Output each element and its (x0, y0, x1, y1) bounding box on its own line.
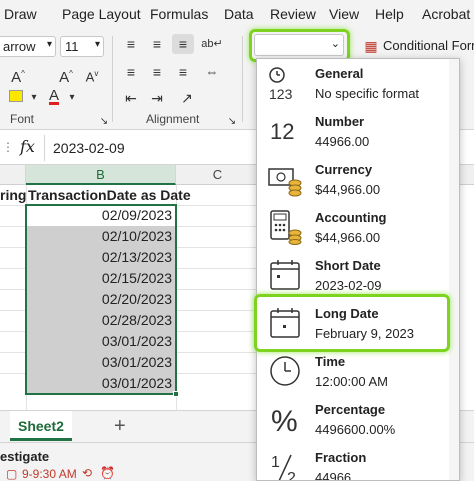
format-sample: 2023-02-09 (315, 278, 382, 293)
currency-icon (268, 168, 302, 197)
svg-text:1: 1 (271, 454, 280, 471)
format-sample: 12:00:00 AM (315, 374, 388, 389)
calendar-icon: ▢ (6, 467, 18, 481)
dialog-launcher-icon[interactable]: ↘ (226, 112, 238, 132)
menu-bar: Draw Page Layout Formulas Data Review Vi… (0, 0, 474, 30)
calendar-icon (270, 260, 300, 290)
align-left-icon[interactable]: ≡ (120, 62, 142, 82)
alarm-icon: ⏰ (100, 466, 115, 480)
format-sample: No specific format (315, 86, 420, 101)
conditional-formatting-button[interactable]: Conditional Form (383, 38, 474, 53)
conditional-formatting-icon[interactable]: ▦ (362, 36, 380, 56)
format-option-currency[interactable]: Currency $44,966.00 (257, 155, 459, 203)
separator (112, 36, 113, 122)
format-name: Accounting (315, 210, 387, 225)
format-option-accounting[interactable]: Accounting $44,966.00 (257, 203, 459, 251)
more-icon: ⋮ (2, 140, 14, 154)
fill-handle[interactable] (173, 391, 179, 397)
format-sample: $44,966.00 (315, 230, 381, 245)
menu-view[interactable]: View (329, 6, 359, 22)
format-option-number[interactable]: 12 Number 44966.00 (257, 107, 459, 155)
format-option-percentage[interactable]: % Percentage 4496600.00% (257, 395, 459, 443)
number-12-icon: 12 (270, 119, 294, 144)
format-name: Time (315, 354, 346, 369)
svg-text:%: % (271, 405, 298, 437)
column-header-c[interactable]: C (176, 165, 260, 185)
header-cell-a[interactable]: ring (0, 185, 26, 206)
font-size-value: 11 (65, 39, 79, 54)
dropdown-scrollbar[interactable] (449, 59, 459, 480)
font-color-icon[interactable]: A (44, 86, 64, 106)
highlight-long-date (254, 294, 450, 352)
align-right-icon[interactable]: ≡ (172, 62, 194, 82)
format-name: Percentage (315, 402, 386, 417)
alignment-group-label: Alignment (146, 112, 200, 126)
svg-text:12: 12 (270, 119, 294, 144)
format-name: Currency (315, 162, 373, 177)
format-sample: 44966 (315, 470, 352, 481)
recurring-icon: ⟲ (82, 466, 93, 480)
percent-icon: % (271, 405, 298, 437)
fx-icon[interactable]: fx (20, 137, 35, 156)
wrap-text-icon[interactable]: ab↵ (200, 34, 224, 54)
format-name: Number (315, 114, 365, 129)
menu-page-layout[interactable]: Page Layout (62, 6, 141, 22)
sheet-tab-label: Sheet2 (18, 418, 64, 434)
decrease-indent-icon[interactable]: ⇤ (120, 88, 142, 108)
align-top-icon[interactable]: ≡ (120, 34, 142, 54)
menu-draw[interactable]: Draw (4, 6, 37, 22)
format-option-fraction[interactable]: 1 2 Fraction 44966 (257, 443, 459, 481)
increase-indent-icon[interactable]: ⇥ (146, 88, 168, 108)
format-name: Fraction (315, 450, 367, 465)
font-name-value: arrow (3, 39, 36, 54)
format-sample: 4496600.00% (315, 422, 396, 437)
formula-value: 2023-02-09 (53, 140, 125, 156)
svg-text:123: 123 (269, 86, 293, 101)
sheet-tab-active[interactable]: Sheet2 (10, 411, 72, 441)
clock-icon (270, 356, 300, 386)
column-header-a[interactable] (0, 165, 26, 185)
font-group-label: Font (10, 112, 35, 126)
chevron-down-icon[interactable]: ▾ (66, 88, 78, 108)
chevron-down-icon: ▾ (46, 39, 52, 50)
number-format-dropdown: 123 General No specific format 12 Number… (256, 58, 460, 481)
align-middle-icon[interactable]: ≡ (146, 34, 168, 54)
chevron-down-icon[interactable]: ▾ (28, 88, 40, 108)
fraction-icon: 1 2 (271, 454, 296, 481)
increase-font-icon[interactable]: A^ (8, 64, 28, 88)
general-123-icon: 123 (269, 67, 293, 101)
svg-text:2: 2 (287, 470, 296, 481)
menu-formulas[interactable]: Formulas (150, 6, 208, 22)
header-cell-b[interactable]: TransactionDate as Date (28, 185, 191, 206)
status-time: 9-9:30 AM (22, 467, 77, 481)
separator (242, 36, 243, 122)
menu-review[interactable]: Review (270, 6, 316, 22)
format-sample: $44,966.00 (315, 182, 381, 197)
add-sheet-icon[interactable]: + (114, 415, 126, 438)
increase-font-size-icon[interactable]: A^ (56, 64, 76, 88)
format-name: Short Date (315, 258, 381, 273)
selection-border (25, 204, 177, 395)
font-size-box[interactable]: 11 ▾ (60, 36, 104, 57)
chevron-down-icon: ▾ (94, 39, 100, 50)
format-option-short-date[interactable]: Short Date 2023-02-09 (257, 251, 459, 299)
font-name-box[interactable]: arrow ▾ (0, 36, 56, 57)
fill-color-icon[interactable] (6, 88, 26, 108)
dialog-launcher-icon[interactable]: ↘ (98, 112, 110, 132)
format-name: General (315, 66, 364, 81)
status-left-text: estigate (0, 449, 50, 464)
menu-data[interactable]: Data (224, 6, 254, 22)
orientation-icon[interactable]: ↗ (176, 88, 198, 108)
format-option-time[interactable]: Time 12:00:00 AM (257, 347, 459, 395)
format-option-general[interactable]: 123 General No specific format (257, 59, 459, 107)
align-bottom-icon[interactable]: ≡ (172, 34, 194, 54)
decrease-font-size-icon[interactable]: Av (82, 64, 102, 87)
merge-center-icon[interactable]: ⇔ (200, 62, 224, 82)
accounting-icon (270, 210, 302, 245)
column-header-b[interactable]: B (26, 165, 176, 185)
align-center-icon[interactable]: ≡ (146, 62, 168, 82)
menu-help[interactable]: Help (375, 6, 404, 22)
menu-acrobat[interactable]: Acrobat (422, 6, 470, 22)
format-sample: 44966.00 (315, 134, 370, 149)
